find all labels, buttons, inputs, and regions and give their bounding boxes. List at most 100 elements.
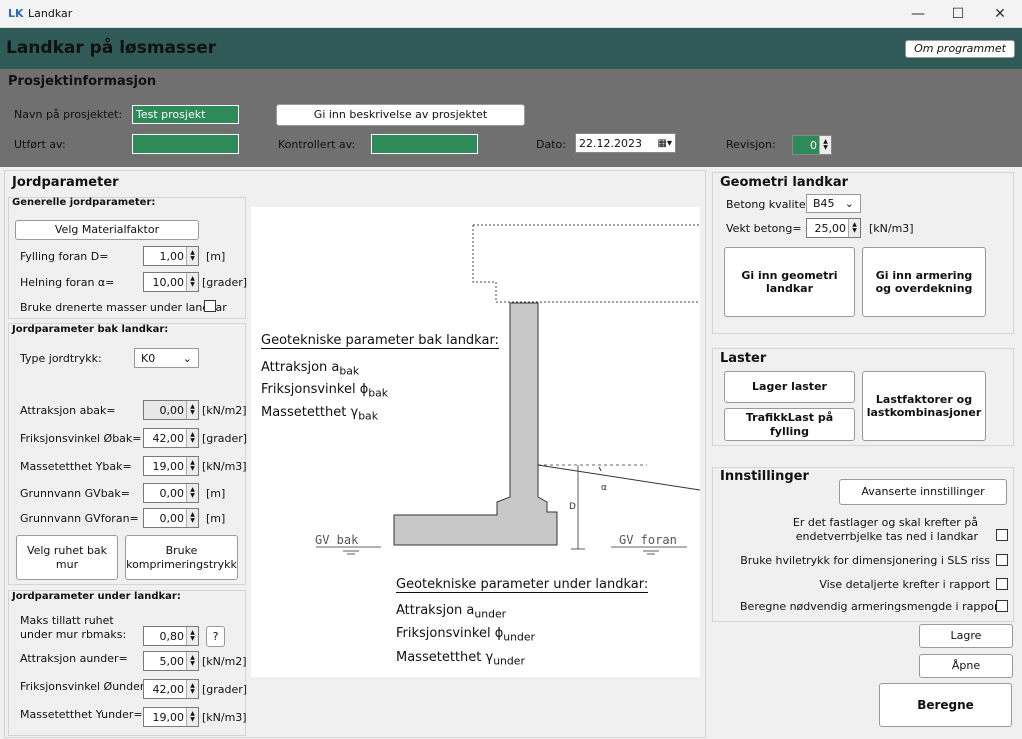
spin-icon[interactable]: ▲ ▼ <box>186 457 198 475</box>
done-by-label: Utført av: <box>14 138 66 151</box>
friction-under-value[interactable]: 42,00 <box>144 680 186 698</box>
spin-icon[interactable]: ▲ ▼ <box>186 401 198 419</box>
date-picker[interactable]: 22.12.2023 ▦▾ <box>575 133 676 153</box>
density-back-label: Massetetthet Ybak= <box>20 460 132 473</box>
revision-spin-icon[interactable]: ▲ ▼ <box>819 136 831 154</box>
about-button[interactable]: Om programmet <box>905 40 1015 58</box>
option1-checkbox[interactable] <box>996 529 1008 541</box>
gw-back-label: Grunnvann GVbak= <box>20 487 131 500</box>
superstructure-outline <box>472 224 700 303</box>
under-attr-sub: under <box>474 607 507 621</box>
slope-front-label: Helning foran α= <box>20 276 115 289</box>
alpha-label: α <box>601 483 607 493</box>
density-back-stepper[interactable]: 19,00 ▲ ▼ <box>143 456 199 476</box>
attraction-under-stepper[interactable]: 5,00 ▲ ▼ <box>143 651 199 671</box>
save-button[interactable]: Lagre <box>919 624 1013 648</box>
option4-checkbox[interactable] <box>996 600 1008 612</box>
close-button[interactable]: ✕ <box>980 3 1020 25</box>
attraction-back-value[interactable]: 0,00 <box>144 401 186 419</box>
earth-pressure-select[interactable]: K0 ⌄ <box>134 348 199 368</box>
density-under-value[interactable]: 19,00 <box>144 708 186 726</box>
gw-front-label: Grunnvann GVforan= <box>20 512 139 525</box>
behind-fric-line: Friksjonsvinkel ϕbak <box>261 382 388 400</box>
spin-icon[interactable]: ▲ ▼ <box>186 708 198 726</box>
traffic-load-button[interactable]: TrafikkLast på fylling <box>724 408 855 441</box>
max-rough-stepper[interactable]: 0,80 ▲ ▼ <box>143 626 199 646</box>
compaction-button[interactable]: Bruke komprimeringstrykk <box>125 535 238 580</box>
create-loads-button[interactable]: Lager laster <box>724 371 855 403</box>
reinforcement-button[interactable]: Gi inn armering og overdekning <box>862 247 986 317</box>
spin-icon[interactable]: ▲ ▼ <box>186 247 198 265</box>
under-attr-text: Attraksjon a <box>396 603 475 618</box>
checked-by-label: Kontrollert av: <box>278 138 356 151</box>
drained-label: Bruke drenerte masser under landkar <box>20 301 227 314</box>
open-button[interactable]: Åpne <box>919 654 1013 678</box>
friction-under-stepper[interactable]: 42,00 ▲ ▼ <box>143 679 199 699</box>
option2-checkbox[interactable] <box>996 554 1008 566</box>
load-factors-button[interactable]: Lastfaktorer og lastkombinasjoner <box>862 371 986 441</box>
under-attr-line: Attraksjon aunder <box>396 603 506 621</box>
spin-icon[interactable]: ▲ ▼ <box>186 273 198 291</box>
friction-back-stepper[interactable]: 42,00 ▲ ▼ <box>143 428 199 448</box>
d-label: D <box>569 502 576 512</box>
geometry-button[interactable]: Gi inn geometri landkar <box>724 247 855 317</box>
drained-checkbox[interactable] <box>204 300 216 312</box>
project-description-button[interactable]: Gi inn beskrivelse av prosjektet <box>276 104 525 126</box>
attraction-back-stepper[interactable]: 0,00 ▲ ▼ <box>143 400 199 420</box>
checked-by-input[interactable] <box>371 134 478 154</box>
concrete-select[interactable]: B45 ⌄ <box>806 194 861 213</box>
behind-dens-sub: bak <box>358 409 378 423</box>
gw-back-stepper[interactable]: 0,00 ▲ ▼ <box>143 483 199 503</box>
revision-stepper[interactable]: 0 ▲ ▼ <box>792 135 832 155</box>
advanced-settings-button[interactable]: Avanserte innstillinger <box>839 479 1007 505</box>
attraction-back-label: Attraksjon abak= <box>20 404 116 417</box>
revision-value[interactable]: 0 <box>793 136 819 154</box>
done-by-input[interactable] <box>132 134 239 154</box>
maximize-button[interactable]: ☐ <box>938 3 978 25</box>
slope-front-stepper[interactable]: 10,00 ▲ ▼ <box>143 272 199 292</box>
project-name-label: Navn på prosjektet: <box>14 108 123 121</box>
spin-icon[interactable]: ▲ ▼ <box>186 627 198 645</box>
geometry-section-title: Geometri landkar <box>720 175 849 190</box>
window-title: Landkar <box>28 7 73 20</box>
gw-front-value[interactable]: 0,00 <box>144 509 186 527</box>
attraction-under-value[interactable]: 5,00 <box>144 652 186 670</box>
gw-back-value[interactable]: 0,00 <box>144 484 186 502</box>
fill-front-value[interactable]: 1,00 <box>144 247 186 265</box>
fill-front-stepper[interactable]: 1,00 ▲ ▼ <box>143 246 199 266</box>
spin-icon[interactable]: ▲ ▼ <box>186 652 198 670</box>
material-factor-button[interactable]: Velg Materialfaktor <box>15 220 199 240</box>
friction-back-value[interactable]: 42,00 <box>144 429 186 447</box>
option4-label: Beregne nødvendig armeringsmengde i rapp… <box>740 600 1003 613</box>
help-button[interactable]: ? <box>206 626 225 647</box>
soil-section-title: Jordparameter <box>12 175 119 190</box>
under-fric-sub: under <box>503 630 536 644</box>
density-under-stepper[interactable]: 19,00 ▲ ▼ <box>143 707 199 727</box>
spin-icon[interactable]: ▲ ▼ <box>186 680 198 698</box>
slope-front-value[interactable]: 10,00 <box>144 273 186 291</box>
spin-icon[interactable]: ▲ ▼ <box>848 219 860 237</box>
roughness-button[interactable]: Velg ruhet bak mur <box>16 535 118 580</box>
density-back-value[interactable]: 19,00 <box>144 457 186 475</box>
spin-icon[interactable]: ▲ ▼ <box>186 484 198 502</box>
minimize-button[interactable]: — <box>898 3 938 25</box>
gw-front-stepper[interactable]: 0,00 ▲ ▼ <box>143 508 199 528</box>
weight-value[interactable]: 25,00 <box>807 219 848 237</box>
density-back-unit: [kN/m3] <box>202 460 247 473</box>
max-rough-label: Maks tillatt ruhet under mur rbmaks: <box>20 614 127 641</box>
project-name-input[interactable]: Test prosjekt <box>132 105 239 124</box>
weight-stepper[interactable]: 25,00 ▲ ▼ <box>806 218 861 238</box>
gv-back-marker <box>316 546 381 555</box>
spin-icon[interactable]: ▲ ▼ <box>186 429 198 447</box>
friction-back-unit: [grader] <box>202 432 248 445</box>
chevron-down-icon: ⌄ <box>844 197 854 210</box>
spin-icon[interactable]: ▲ ▼ <box>186 509 198 527</box>
calendar-icon[interactable]: ▦▾ <box>658 138 672 149</box>
calculate-button[interactable]: Beregne <box>879 683 1012 727</box>
max-rough-value[interactable]: 0,80 <box>144 627 186 645</box>
attraction-under-label: Attraksjon aunder= <box>20 652 128 665</box>
fill-front-unit: [m] <box>206 250 226 263</box>
option3-checkbox[interactable] <box>996 578 1008 590</box>
under-fric-text: Friksjonsvinkel ϕ <box>396 626 504 641</box>
slope-front-unit: [grader] <box>202 276 248 289</box>
